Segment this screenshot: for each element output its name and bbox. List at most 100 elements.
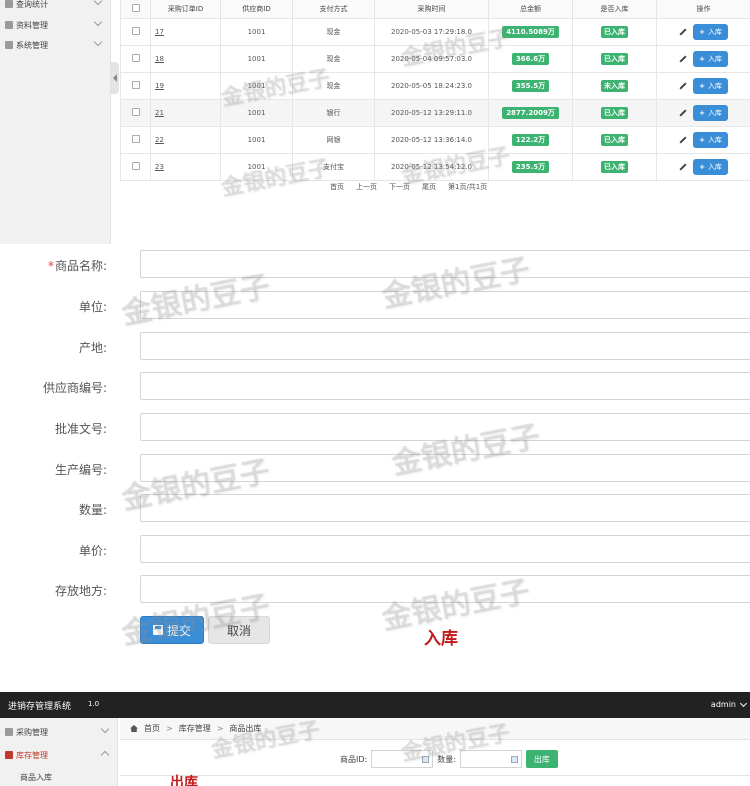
- column-header[interactable]: 采购时间: [374, 0, 489, 19]
- table-row: 21 1001 银行 2020-05-12 13:29:11.0 2877.20…: [120, 99, 750, 127]
- form-row-product-name: *商品名称:: [0, 250, 750, 280]
- sidebar-item-system-management[interactable]: 系统管理: [0, 35, 111, 55]
- row-checkbox[interactable]: [131, 27, 140, 35]
- status-badge: 已入库: [601, 107, 628, 119]
- total-amount-badge: 355.5万: [511, 80, 550, 92]
- row-select-cell[interactable]: [120, 153, 151, 181]
- unit-price-input[interactable]: [140, 535, 750, 563]
- column-header[interactable]: 供应商ID: [220, 0, 293, 19]
- row-checkbox[interactable]: [131, 81, 140, 89]
- edit-icon[interactable]: [679, 136, 687, 144]
- sidebar-item-query-stats[interactable]: 查询统计: [0, 0, 111, 14]
- sidebar-item-data-management[interactable]: 资料管理: [0, 15, 111, 35]
- stock-in-button[interactable]: + 入库: [693, 24, 728, 40]
- edit-icon[interactable]: [679, 163, 687, 171]
- sidebar-item-purchase[interactable]: 采购管理: [0, 722, 118, 742]
- sidebar-subitem-stock-in[interactable]: 商品入库: [20, 772, 52, 783]
- order-id-link[interactable]: 21: [155, 109, 164, 117]
- row-checkbox[interactable]: [131, 135, 140, 143]
- user-icon: [5, 41, 13, 49]
- chevron-down-icon[interactable]: [739, 699, 748, 708]
- chevron-down-icon: [93, 37, 103, 47]
- row-checkbox[interactable]: [131, 162, 140, 170]
- purchase-time: 2020-05-04 09:57:03.0: [374, 45, 489, 73]
- chevron-down-icon: [93, 17, 103, 27]
- pager-next[interactable]: 下一页: [389, 182, 410, 192]
- table-row: 18 1001 现金 2020-05-04 09:57:03.0 366.6万 …: [120, 45, 750, 73]
- submit-label: 提交: [166, 623, 191, 638]
- stock-in-button[interactable]: + 入库: [693, 132, 728, 148]
- sidebar-item-inventory[interactable]: 库存管理: [0, 745, 118, 765]
- purchase-time: 2020-05-12 13:29:11.0: [374, 99, 489, 127]
- quantity-input[interactable]: [140, 494, 750, 522]
- stock-in-button[interactable]: + 入库: [693, 105, 728, 121]
- status-badge: 已入库: [601, 161, 628, 173]
- order-id-link[interactable]: 19: [155, 82, 164, 90]
- edit-icon[interactable]: [679, 55, 687, 63]
- breadcrumb-current: 商品出库: [229, 724, 262, 733]
- supplier-id: 1001: [220, 72, 293, 100]
- supplier-id-input[interactable]: [140, 372, 750, 400]
- form-row-approval-number: 批准文号:: [0, 413, 750, 443]
- production-number-input[interactable]: [140, 454, 750, 482]
- row-checkbox[interactable]: [131, 108, 140, 116]
- quantity-input[interactable]: [459, 750, 522, 768]
- row-checkbox[interactable]: [131, 54, 140, 62]
- supplier-id: 1001: [220, 126, 293, 154]
- row-select-cell[interactable]: [120, 18, 151, 46]
- submit-button[interactable]: 提交: [140, 616, 204, 644]
- column-header[interactable]: 是否入库: [572, 0, 657, 19]
- storage-location-input[interactable]: [140, 575, 750, 603]
- stock-in-label: 入库: [707, 109, 722, 117]
- user-icon: [5, 21, 13, 29]
- pager-first[interactable]: 首页: [330, 182, 344, 192]
- purchase-orders-table: 采购订单ID 供应商ID 支付方式 采购时间 总金额 是否入库 操作 17 10…: [120, 0, 750, 181]
- product-id-input[interactable]: [371, 750, 434, 768]
- order-id-link[interactable]: 18: [155, 55, 164, 63]
- row-select-cell[interactable]: [120, 45, 151, 73]
- stock-in-label: 入库: [707, 55, 722, 63]
- sidebar-collapse-toggle[interactable]: [111, 62, 119, 94]
- column-header[interactable]: 总金额: [488, 0, 573, 19]
- order-id-link[interactable]: 22: [155, 136, 164, 144]
- stock-in-button[interactable]: + 入库: [693, 51, 728, 67]
- select-all-checkbox[interactable]: [131, 3, 140, 12]
- payment-method: 现金: [292, 45, 375, 73]
- select-all-cell[interactable]: [120, 0, 151, 19]
- column-header[interactable]: 支付方式: [292, 0, 375, 19]
- origin-input[interactable]: [140, 332, 750, 360]
- form-row-production-number: 生产编号:: [0, 454, 750, 484]
- edit-icon[interactable]: [679, 82, 687, 90]
- edit-icon[interactable]: [679, 28, 687, 36]
- stock-out-button[interactable]: 出库: [525, 750, 558, 768]
- product-name-input[interactable]: [140, 250, 750, 278]
- breadcrumb-separator: >: [216, 724, 224, 733]
- breadcrumb-home[interactable]: 首页: [144, 723, 160, 734]
- stock-in-button[interactable]: + 入库: [693, 159, 728, 175]
- pager-last[interactable]: 尾页: [422, 182, 436, 192]
- row-select-cell[interactable]: [120, 72, 151, 100]
- user-menu[interactable]: admin: [711, 700, 736, 709]
- supplier-id: 1001: [220, 18, 293, 46]
- pager-info: 第1页/共1页: [448, 183, 488, 191]
- order-id-link[interactable]: 23: [155, 163, 164, 171]
- form-row-quantity: 数量:: [0, 494, 750, 524]
- field-label: 批准文号:: [54, 422, 107, 436]
- total-amount-badge: 366.6万: [511, 53, 550, 65]
- column-header[interactable]: 采购订单ID: [150, 0, 221, 19]
- plus-icon: +: [699, 109, 705, 117]
- pager-prev[interactable]: 上一页: [356, 182, 377, 192]
- cancel-button[interactable]: 取消: [208, 616, 270, 644]
- row-select-cell[interactable]: [120, 99, 151, 127]
- sidebar-item-label: 查询统计: [16, 0, 48, 9]
- breadcrumb-inventory[interactable]: 库存管理: [179, 723, 211, 734]
- stock-in-button[interactable]: + 入库: [693, 78, 728, 94]
- approval-number-input[interactable]: [140, 413, 750, 441]
- unit-input[interactable]: [140, 291, 750, 319]
- field-label: 产地:: [78, 341, 107, 355]
- edit-icon[interactable]: [679, 109, 687, 117]
- order-id-link[interactable]: 17: [155, 28, 164, 36]
- field-label: 存放地方:: [54, 584, 107, 598]
- row-select-cell[interactable]: [120, 126, 151, 154]
- supplier-id: 1001: [220, 45, 293, 73]
